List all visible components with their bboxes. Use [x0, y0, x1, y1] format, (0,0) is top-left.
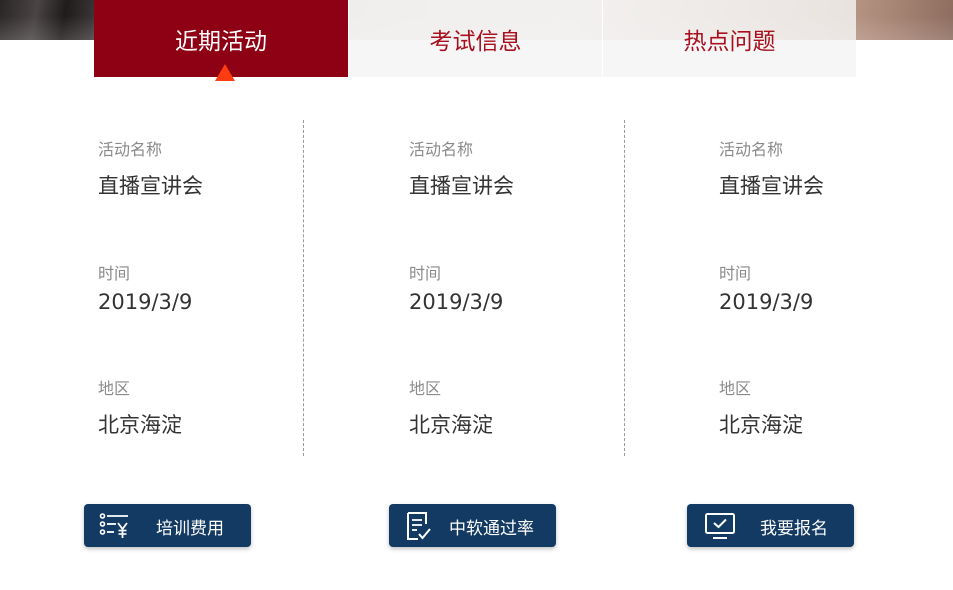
activity-name-value: 直播宣讲会: [98, 174, 203, 198]
monitor-check-icon: [704, 510, 736, 542]
training-fee-button[interactable]: 培训费用: [84, 504, 251, 547]
active-tab-pointer-icon: [215, 64, 235, 81]
tab-bar: 近期活动 考试信息 热点问题: [94, 0, 856, 77]
pass-rate-label: 中软通过率: [449, 519, 534, 539]
area-label: 地区: [719, 379, 752, 398]
tab-exam-info[interactable]: 考试信息: [348, 0, 602, 77]
column-divider: [303, 120, 304, 456]
time-label: 时间: [409, 264, 442, 283]
area-value: 北京海淀: [719, 413, 803, 437]
area-value: 北京海淀: [98, 413, 182, 437]
activity-name-label: 活动名称: [98, 140, 163, 159]
activity-name-label: 活动名称: [719, 140, 784, 159]
time-label: 时间: [98, 264, 131, 283]
area-label: 地区: [98, 379, 131, 398]
area-value: 北京海淀: [409, 413, 493, 437]
activity-name-label: 活动名称: [409, 140, 474, 159]
time-value: 2019/3/9: [409, 290, 504, 314]
signup-label: 我要报名: [760, 519, 828, 539]
tab-label: 热点问题: [683, 28, 776, 55]
time-label: 时间: [719, 264, 752, 283]
tab-label: 近期活动: [175, 28, 267, 55]
fee-list-icon: [98, 510, 130, 542]
document-check-icon: [402, 510, 434, 542]
training-fee-label: 培训费用: [156, 519, 224, 539]
activity-name-value: 直播宣讲会: [409, 174, 514, 198]
activity-name-value: 直播宣讲会: [719, 174, 824, 198]
tab-hot-questions[interactable]: 热点问题: [602, 0, 856, 77]
column-divider: [624, 120, 625, 456]
signup-button[interactable]: 我要报名: [687, 504, 854, 547]
time-value: 2019/3/9: [98, 290, 193, 314]
time-value: 2019/3/9: [719, 290, 814, 314]
pass-rate-button[interactable]: 中软通过率: [389, 504, 556, 547]
tab-label: 考试信息: [429, 28, 522, 55]
area-label: 地区: [409, 379, 442, 398]
